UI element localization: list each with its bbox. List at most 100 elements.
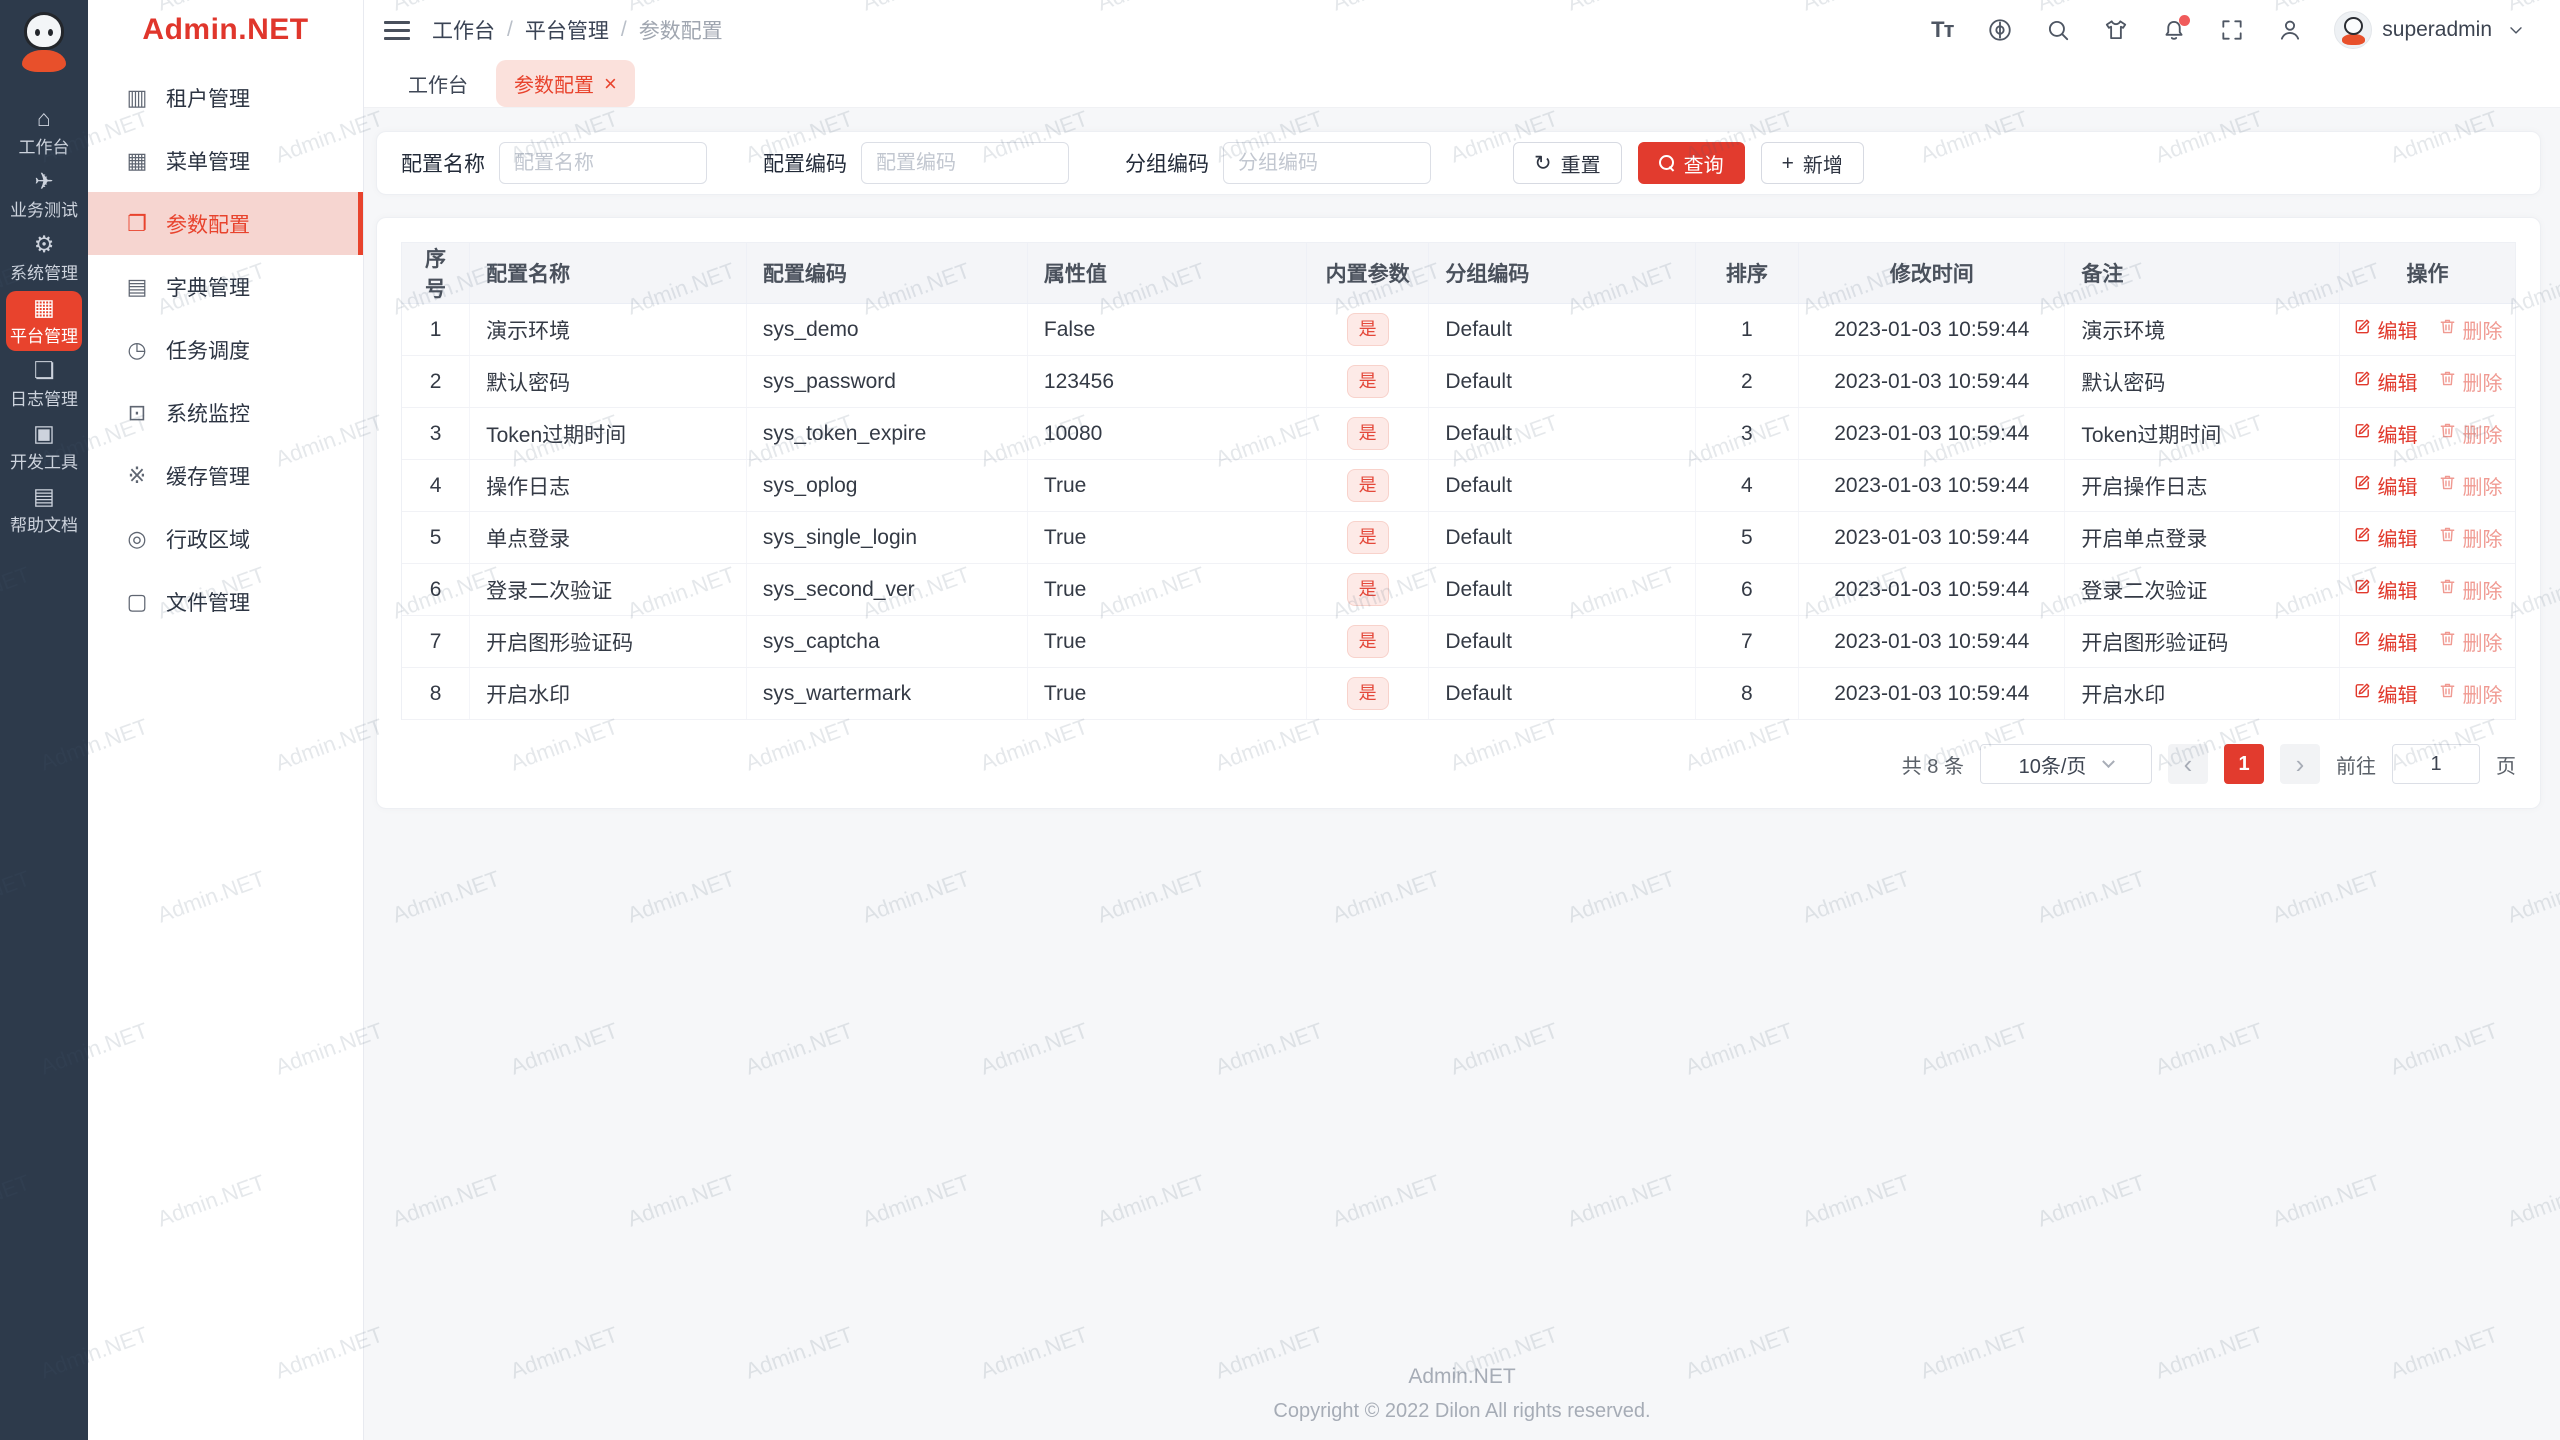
cell-name: 登录二次验证	[469, 563, 747, 616]
edit-button[interactable]: 编辑	[2353, 627, 2418, 656]
sidebar-item-label: 字典管理	[166, 276, 250, 300]
cell-index: 5	[402, 511, 471, 564]
cell-value: True	[1027, 615, 1307, 668]
rail-item-business-test[interactable]: ✈ 业务测试	[6, 165, 82, 225]
goto-label: 前往	[2336, 755, 2376, 778]
cell-builtin: 是	[1306, 407, 1430, 460]
delete-button[interactable]: 删除	[2438, 471, 2503, 500]
delete-button[interactable]: 删除	[2438, 367, 2503, 396]
breadcrumb-item[interactable]: 平台管理	[525, 15, 609, 45]
close-icon[interactable]: ×	[604, 72, 617, 95]
user-avatar[interactable]	[2334, 11, 2373, 49]
edit-button[interactable]: 编辑	[2353, 367, 2418, 396]
delete-label: 删除	[2462, 373, 2503, 395]
delete-label: 删除	[2462, 685, 2503, 707]
builtin-tag: 是	[1346, 572, 1389, 607]
edit-button[interactable]: 编辑	[2353, 315, 2418, 344]
trash-icon	[2438, 317, 2457, 342]
builtin-tag: 是	[1346, 468, 1389, 503]
config-code-input[interactable]	[861, 142, 1069, 184]
sidebar-item-admin-region[interactable]: ◎ 行政区域	[88, 507, 363, 570]
add-button[interactable]: + 新增	[1760, 142, 1864, 184]
goto-page-input[interactable]	[2392, 744, 2480, 784]
page-number-1[interactable]: 1	[2224, 744, 2264, 784]
prev-page-button[interactable]: ‹	[2168, 744, 2208, 784]
column-header-time: 修改时间	[1798, 243, 2066, 304]
next-page-button[interactable]: ›	[2280, 744, 2320, 784]
tenant-management-icon: ▥	[126, 84, 148, 110]
edit-button[interactable]: 编辑	[2353, 471, 2418, 500]
delete-label: 删除	[2462, 529, 2503, 551]
cell-index: 7	[402, 615, 471, 668]
rail-item-platform-management[interactable]: ▦ 平台管理	[6, 291, 82, 351]
edit-button[interactable]: 编辑	[2353, 679, 2418, 708]
tab-工作台[interactable]: 工作台	[390, 60, 486, 107]
column-header-code: 配置编码	[746, 243, 1028, 304]
cell-time: 2023-01-03 10:59:44	[1798, 511, 2066, 564]
rail-item-workbench[interactable]: ⌂ 工作台	[6, 102, 82, 162]
sidebar-item-menu-management[interactable]: ▦ 菜单管理	[88, 129, 363, 192]
sidebar-item-dict-management[interactable]: ▤ 字典管理	[88, 255, 363, 318]
delete-button[interactable]: 删除	[2438, 679, 2503, 708]
icon-rail: ⌂ 工作台 ✈ 业务测试 ⚙ 系统管理 ▦ 平台管理 ❏ 日志管理 ▣ 开发工具 ▤ 帮助文档	[0, 0, 88, 1440]
search-button[interactable]: 查询	[1637, 142, 1745, 184]
cell-sort: 4	[1695, 459, 1800, 512]
font-size-icon[interactable]: Tт	[1928, 16, 1956, 44]
page-size-select[interactable]: 10条/页	[1980, 744, 2152, 784]
dict-management-icon: ▤	[126, 273, 148, 299]
cell-ops: 编辑 删除	[2339, 615, 2515, 668]
delete-button[interactable]: 删除	[2438, 315, 2503, 344]
cell-time: 2023-01-03 10:59:44	[1798, 303, 2066, 356]
table-card: 序号 配置名称 配置编码 属性值 内置参数 分组编码 排序 修改时间 备注 操作 1 演示环境 sys…	[376, 217, 2541, 809]
rail-item-system-management[interactable]: ⚙ 系统管理	[6, 228, 82, 288]
sidebar-item-file-management[interactable]: ▢ 文件管理	[88, 570, 363, 633]
theme-skin-icon[interactable]	[2102, 16, 2130, 44]
reset-label: 重置	[1560, 154, 1601, 177]
trash-icon	[2438, 577, 2457, 602]
user-dropdown[interactable]: superadmin	[2334, 11, 2530, 49]
delete-button[interactable]: 删除	[2438, 575, 2503, 604]
edit-button[interactable]: 编辑	[2353, 523, 2418, 552]
sidebar-item-task-scheduling[interactable]: ◷ 任务调度	[88, 318, 363, 381]
cell-value: True	[1027, 511, 1307, 564]
delete-button[interactable]: 删除	[2438, 523, 2503, 552]
sidebar-item-cache-management[interactable]: ※ 缓存管理	[88, 444, 363, 507]
row-operations: 编辑 删除	[2353, 523, 2503, 552]
rail-item-label: 日志管理	[10, 389, 78, 409]
rail-item-label: 帮助文档	[10, 515, 78, 535]
user-icon[interactable]	[2276, 16, 2304, 44]
system-monitor-icon: ⊡	[127, 399, 147, 425]
delete-button[interactable]: 删除	[2438, 419, 2503, 448]
mascot-head	[24, 12, 64, 50]
reset-button[interactable]: ↻ 重置	[1513, 142, 1622, 184]
cell-builtin: 是	[1306, 459, 1430, 512]
rail-item-help-docs[interactable]: ▤ 帮助文档	[6, 480, 82, 540]
notification-bell-icon[interactable]	[2160, 15, 2191, 44]
delete-label: 删除	[2462, 425, 2503, 447]
edit-button[interactable]: 编辑	[2353, 575, 2418, 604]
rail-item-dev-tools[interactable]: ▣ 开发工具	[6, 417, 82, 477]
breadcrumb-item[interactable]: 工作台	[432, 15, 495, 45]
fullscreen-icon[interactable]	[2218, 16, 2246, 44]
edit-button[interactable]: 编辑	[2353, 419, 2418, 448]
trash-icon	[2438, 421, 2457, 446]
cell-remark: 演示环境	[2064, 303, 2341, 356]
menu-collapse-icon[interactable]	[384, 20, 410, 40]
table-wrapper: 序号 配置名称 配置编码 属性值 内置参数 分组编码 排序 修改时间 备注 操作 1 演示环境 sys…	[401, 242, 2516, 720]
rail-item-log-management[interactable]: ❏ 日志管理	[6, 354, 82, 414]
cell-value: True	[1027, 459, 1307, 512]
sidebar-item-param-config[interactable]: ❐ 参数配置	[88, 192, 363, 255]
search-icon[interactable]	[2044, 16, 2072, 44]
tab-参数配置[interactable]: 参数配置 ×	[496, 60, 635, 107]
search-card: 配置名称 配置编码 分组编码 ↻ 重置	[376, 131, 2541, 195]
page-unit-label: 页	[2496, 755, 2516, 778]
sidebar-item-tenant-management[interactable]: ▥ 租户管理	[88, 66, 363, 129]
cell-value: True	[1027, 667, 1307, 720]
language-icon[interactable]	[1986, 16, 2014, 44]
cell-name: Token过期时间	[469, 407, 747, 460]
config-name-input[interactable]	[499, 142, 707, 184]
edit-label: 编辑	[2377, 373, 2418, 395]
delete-button[interactable]: 删除	[2438, 627, 2503, 656]
sidebar-item-system-monitor[interactable]: ⊡ 系统监控	[88, 381, 363, 444]
group-code-input[interactable]	[1223, 142, 1431, 184]
